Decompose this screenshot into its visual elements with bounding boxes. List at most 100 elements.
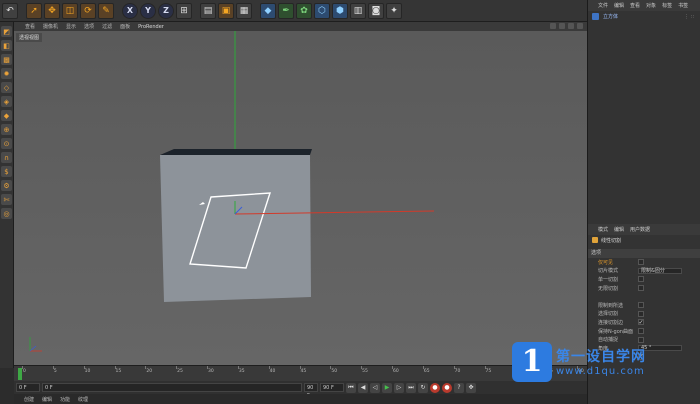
go-to-end-icon[interactable]: ⏭	[406, 382, 416, 393]
om-menu-objects[interactable]: 对象	[646, 2, 656, 9]
model-mode-icon[interactable]: ◧	[1, 40, 12, 51]
deformer-icon[interactable]: ⬡	[314, 2, 330, 19]
property-checkbox[interactable]	[638, 310, 644, 317]
render-settings-icon[interactable]: ▦	[236, 2, 252, 19]
go-to-start-icon[interactable]: ⏮	[346, 382, 356, 393]
light-icon[interactable]: ✦	[386, 2, 402, 19]
viewport-menu-camera[interactable]: 摄像机	[43, 23, 58, 30]
object-visibility-dots[interactable]: ⋮ ∷	[684, 14, 694, 20]
perspective-viewport[interactable]: 透视视图	[14, 31, 587, 365]
property-field[interactable]: 限制&固分	[638, 267, 682, 274]
timeline-tick-label: 10	[84, 369, 91, 374]
end-frame-field[interactable]: 90 F	[320, 383, 344, 392]
viewport-menu-prorender[interactable]: ProRender	[138, 24, 164, 30]
texture-mode-icon[interactable]: ▩	[1, 54, 12, 65]
attr-menu-mode[interactable]: 模式	[598, 226, 608, 233]
maximize-icon[interactable]	[577, 23, 583, 29]
mat-menu-function[interactable]: 功能	[60, 396, 70, 403]
property-checkbox[interactable]	[638, 259, 644, 266]
property-checkbox[interactable]	[638, 328, 644, 335]
polygons-mode-icon[interactable]: ◆	[1, 110, 12, 121]
auto-key-icon[interactable]: ●	[442, 382, 452, 393]
mat-menu-edit[interactable]: 编辑	[42, 396, 52, 403]
world-coord-icon[interactable]: ⊞	[176, 2, 192, 19]
property-row[interactable]: 连接切割边 ✓	[588, 318, 700, 327]
workplane-icon[interactable]: ✹	[1, 68, 12, 79]
lock-workplane-icon[interactable]: ⚙	[1, 180, 12, 191]
array-icon[interactable]: ⬢	[332, 2, 348, 19]
playhead[interactable]	[18, 368, 22, 380]
property-row[interactable]: 仅可见	[588, 258, 700, 267]
prev-frame-icon[interactable]: ◁	[370, 382, 380, 393]
property-checkbox[interactable]: ✓	[638, 319, 644, 326]
om-menu-view[interactable]: 查看	[630, 2, 640, 9]
loop-icon[interactable]: ↻	[418, 382, 428, 393]
tweak-mode-icon[interactable]: ⊙	[1, 138, 12, 149]
knife-icon[interactable]: ✄	[1, 194, 12, 205]
property-checkbox[interactable]	[638, 285, 644, 292]
property-row[interactable]: 保持N-gon曲面	[588, 327, 700, 336]
property-row[interactable]	[588, 292, 700, 301]
mat-menu-create[interactable]: 创建	[24, 396, 34, 403]
property-row[interactable]: 切片模式 限制&固分	[588, 267, 700, 276]
scene-icon[interactable]: ▥	[350, 2, 366, 19]
property-row[interactable]: 限制到所选	[588, 301, 700, 310]
scale-icon[interactable]: ◫	[62, 2, 78, 19]
render-view-icon[interactable]: ▤	[200, 2, 216, 19]
attr-menu-userdata[interactable]: 用户数据	[630, 226, 650, 233]
points-mode-icon[interactable]: ◇	[1, 82, 12, 93]
pan-icon[interactable]	[550, 23, 556, 29]
start-frame-field[interactable]: 0 F	[16, 383, 40, 392]
next-frame-icon[interactable]: ▷	[394, 382, 404, 393]
om-menu-edit[interactable]: 编辑	[614, 2, 624, 9]
make-editable-icon[interactable]: ◩	[1, 26, 12, 37]
viewport-menu-filter[interactable]: 过滤	[102, 23, 112, 30]
property-row[interactable]: 选择切割	[588, 310, 700, 319]
viewport-menu-options[interactable]: 选项	[84, 23, 94, 30]
y-axis-icon[interactable]: Y	[140, 2, 156, 19]
preview-range-end[interactable]: 90 F	[304, 383, 318, 399]
snap-icon[interactable]: $	[1, 166, 12, 177]
cube-front-face[interactable]	[160, 155, 311, 302]
property-checkbox[interactable]	[638, 276, 644, 283]
cube-icon[interactable]: ◆	[260, 2, 276, 19]
timeline-ruler[interactable]: 051015202530354045505560657075808590	[14, 365, 587, 381]
move-icon[interactable]: ✥	[44, 2, 60, 19]
play-icon[interactable]: ▶	[382, 382, 392, 393]
undo-icon[interactable]: ↶	[2, 2, 18, 19]
render-picture-icon[interactable]: ▣	[218, 2, 234, 19]
record-icon[interactable]: ●	[430, 382, 440, 393]
subdivision-icon[interactable]: ✿	[296, 2, 312, 19]
edges-mode-icon[interactable]: ◈	[1, 96, 12, 107]
mat-menu-texture[interactable]: 纹理	[78, 396, 88, 403]
rotate-icon[interactable]: ⟳	[80, 2, 96, 19]
camera-icon[interactable]: ◙	[368, 2, 384, 19]
keyframe-selection-icon[interactable]: ?	[454, 382, 464, 393]
viewport-menu-panel[interactable]: 面板	[120, 23, 130, 30]
pen-icon[interactable]: ✒	[278, 2, 294, 19]
magnet-icon[interactable]: ∩	[1, 152, 12, 163]
globe-icon[interactable]: ◎	[1, 208, 12, 219]
om-menu-tags[interactable]: 标签	[662, 2, 672, 9]
axis-mode-icon[interactable]: ⊕	[1, 124, 12, 135]
om-menu-file[interactable]: 文件	[598, 2, 608, 9]
cursor-icon[interactable]: ➚	[26, 2, 42, 19]
preview-range-start[interactable]: 0 F	[42, 383, 302, 392]
property-row[interactable]: 单一切割	[588, 275, 700, 284]
position-key-icon[interactable]: ✥	[466, 382, 476, 393]
om-menu-bookmarks[interactable]: 书签	[678, 2, 688, 9]
z-axis-icon[interactable]: Z	[158, 2, 174, 19]
live-select-icon[interactable]: ✎	[98, 2, 114, 19]
viewport-menu-display[interactable]: 显示	[66, 23, 76, 30]
options-section-header[interactable]: 选项	[588, 249, 700, 258]
object-row-cube[interactable]: 立方体 ⋮ ∷	[588, 11, 700, 22]
property-checkbox[interactable]	[638, 302, 644, 309]
x-axis-icon[interactable]: X	[122, 2, 138, 19]
orbit-icon[interactable]	[568, 23, 574, 29]
viewport-menu-view[interactable]: 查看	[25, 23, 35, 30]
left-tool-strip: ◩ ◧ ▩ ✹ ◇ ◈ ◆ ⊕ ⊙ ∩ $ ⚙ ✄ ◎	[0, 22, 14, 368]
property-row[interactable]: 无限切割	[588, 284, 700, 293]
attr-menu-edit[interactable]: 编辑	[614, 226, 624, 233]
zoom-icon[interactable]	[559, 23, 565, 29]
prev-key-icon[interactable]: ◀	[358, 382, 368, 393]
